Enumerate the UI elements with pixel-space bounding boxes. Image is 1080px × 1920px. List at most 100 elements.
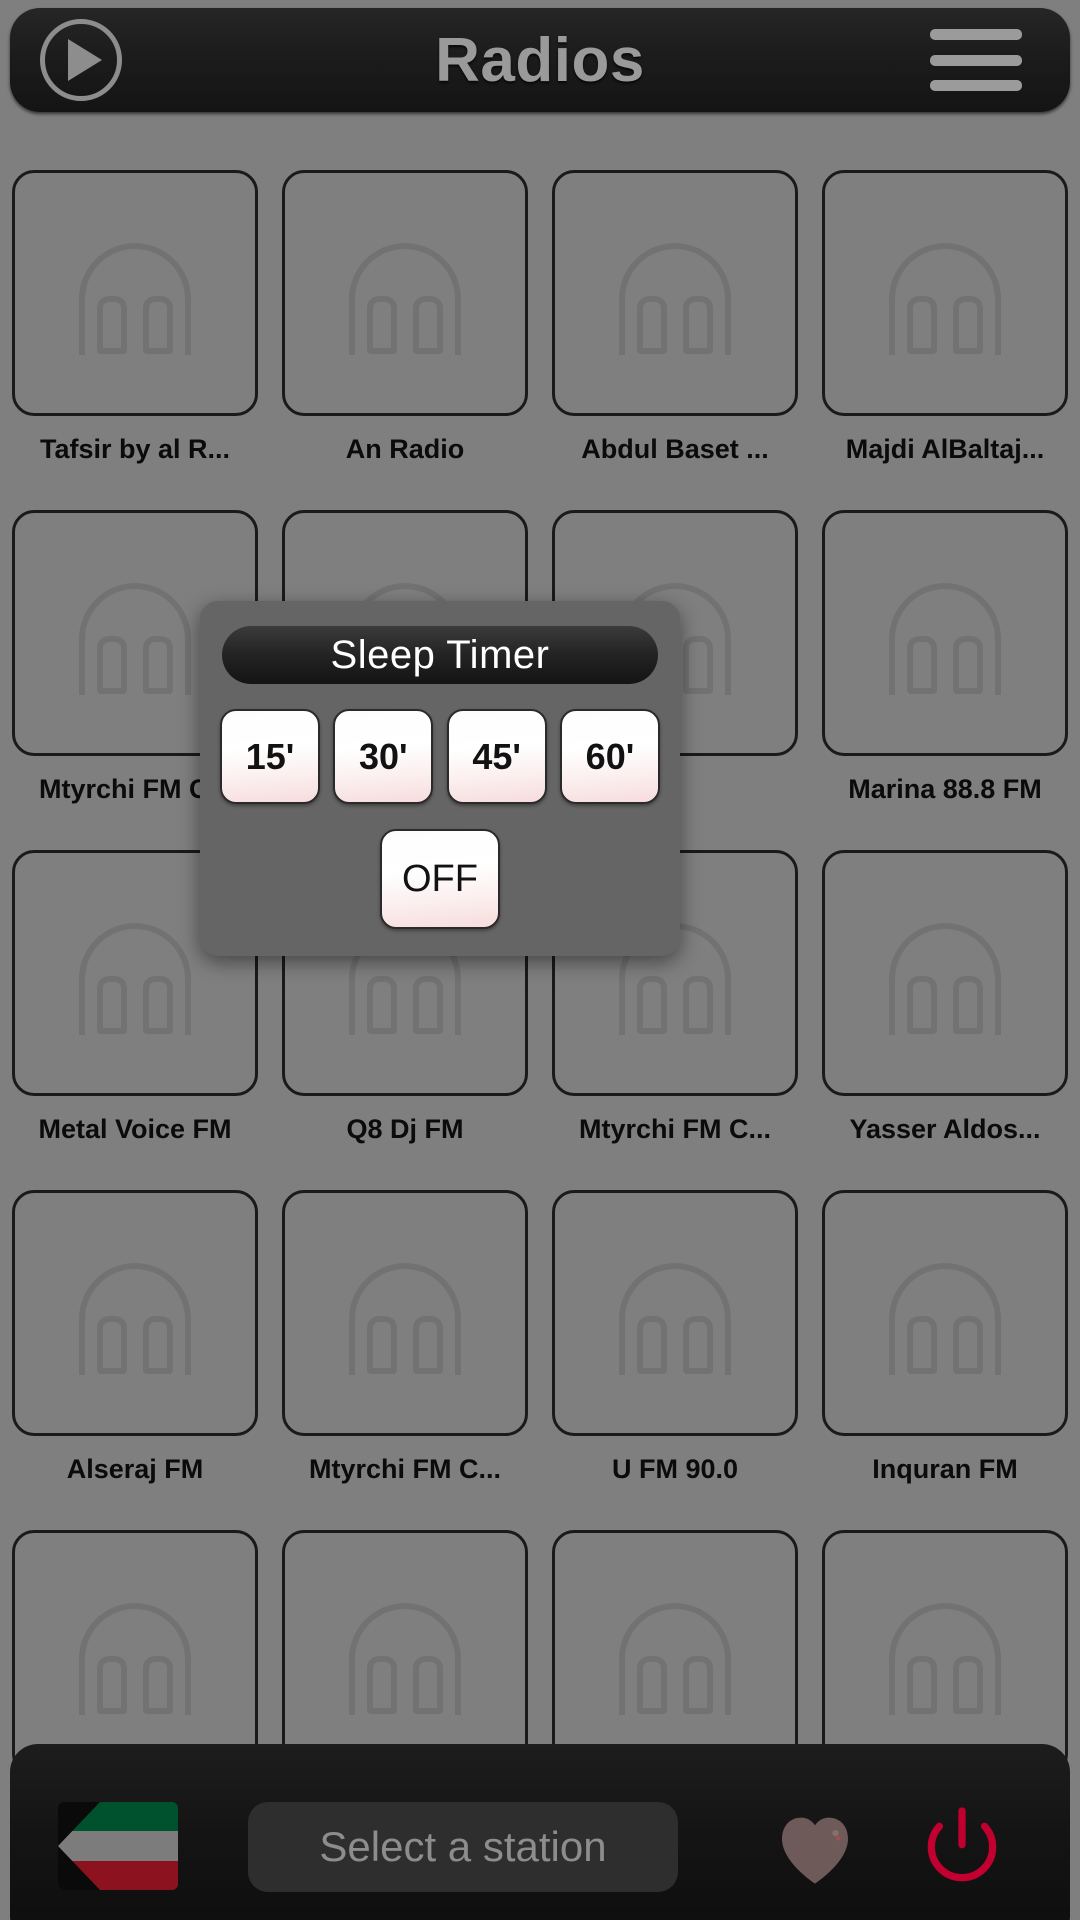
station-cell[interactable]: An Radio bbox=[270, 170, 540, 510]
station-thumbnail[interactable] bbox=[12, 170, 258, 416]
timer-options-row: 15' 30' 45' 60' bbox=[220, 709, 660, 804]
station-cell[interactable]: U FM 90.0 bbox=[540, 1190, 810, 1530]
play-circle-icon[interactable] bbox=[40, 19, 122, 101]
headphones-cup-left bbox=[907, 976, 937, 1034]
headphones-cup-right bbox=[683, 1656, 713, 1714]
station-label: Metal Voice FM bbox=[38, 1114, 232, 1144]
timer-off-row: OFF bbox=[200, 829, 680, 929]
timer-option-button[interactable]: 30' bbox=[333, 709, 434, 804]
headphones-cup-left bbox=[637, 1316, 667, 1374]
headphones-band bbox=[79, 1263, 191, 1375]
timer-option-button[interactable]: 45' bbox=[446, 709, 547, 804]
headphones-cup-right bbox=[143, 1316, 173, 1374]
current-station-label: Select a station bbox=[319, 1823, 607, 1870]
headphones-cup-right bbox=[953, 636, 983, 694]
station-label: Marina 88.8 FM bbox=[848, 774, 1042, 804]
bottom-bar: Select a station bbox=[10, 1744, 1070, 1920]
headphones-cup-right bbox=[683, 976, 713, 1034]
headphones-icon bbox=[615, 1603, 735, 1715]
station-thumbnail[interactable] bbox=[822, 170, 1068, 416]
station-thumbnail[interactable] bbox=[282, 1530, 528, 1776]
headphones-icon bbox=[885, 923, 1005, 1035]
headphones-cup-right bbox=[143, 1656, 173, 1714]
kuwait-flag-icon[interactable] bbox=[58, 1802, 178, 1890]
headphones-cup-left bbox=[97, 976, 127, 1034]
headphones-band bbox=[79, 583, 191, 695]
station-thumbnail[interactable] bbox=[552, 1190, 798, 1436]
headphones-icon bbox=[885, 243, 1005, 355]
headphones-cup-left bbox=[97, 1316, 127, 1374]
station-thumbnail[interactable] bbox=[552, 170, 798, 416]
station-cell[interactable]: Mtyrchi FM C... bbox=[270, 1190, 540, 1530]
headphones-cup-left bbox=[637, 1656, 667, 1714]
page-title: Radios bbox=[435, 25, 645, 95]
headphones-cup-right bbox=[953, 1656, 983, 1714]
headphones-cup-left bbox=[367, 1656, 397, 1714]
headphones-icon bbox=[75, 583, 195, 695]
headphones-icon bbox=[75, 243, 195, 355]
headphones-cup-left bbox=[907, 296, 937, 354]
timer-off-button[interactable]: OFF bbox=[380, 829, 500, 929]
station-label: Inquran FM bbox=[872, 1454, 1018, 1484]
station-cell[interactable]: Alseraj FM bbox=[0, 1190, 270, 1530]
headphones-cup-left bbox=[97, 296, 127, 354]
headphones-icon bbox=[75, 1263, 195, 1375]
station-label: Mtyrchi FM C... bbox=[578, 1114, 771, 1144]
station-grid: Tafsir by al R... An Radio Abdul Baset ...… bbox=[0, 170, 1080, 1870]
headphones-band bbox=[619, 1603, 731, 1715]
station-cell[interactable]: Inquran FM bbox=[810, 1190, 1080, 1530]
station-cell[interactable]: Marina 88.8 FM bbox=[810, 510, 1080, 850]
station-thumbnail[interactable] bbox=[552, 1530, 798, 1776]
sleep-timer-dialog: Sleep Timer 15' 30' 45' 60' OFF bbox=[200, 601, 680, 956]
station-cell[interactable]: Abdul Baset ... bbox=[540, 170, 810, 510]
headphones-cup-left bbox=[367, 1316, 397, 1374]
timer-option-button[interactable]: 60' bbox=[559, 709, 660, 804]
station-label: Alseraj FM bbox=[66, 1454, 204, 1484]
headphones-band bbox=[889, 1263, 1001, 1375]
timer-option-button[interactable]: 15' bbox=[220, 709, 320, 804]
station-thumbnail[interactable] bbox=[282, 1190, 528, 1436]
headphones-icon bbox=[345, 1603, 465, 1715]
headphones-cup-right bbox=[953, 296, 983, 354]
headphones-band bbox=[889, 583, 1001, 695]
headphones-band bbox=[349, 243, 461, 355]
headphones-cup-right bbox=[413, 1656, 443, 1714]
headphones-cup-left bbox=[97, 636, 127, 694]
station-thumbnail[interactable] bbox=[12, 1190, 258, 1436]
flag-hoist-black bbox=[58, 1802, 100, 1890]
station-thumbnail[interactable] bbox=[822, 850, 1068, 1096]
power-icon[interactable] bbox=[915, 1800, 1009, 1894]
headphones-cup-right bbox=[413, 296, 443, 354]
menu-line-1 bbox=[930, 29, 1022, 40]
headphones-icon bbox=[615, 1263, 735, 1375]
station-label: U FM 90.0 bbox=[611, 1454, 739, 1484]
station-thumbnail[interactable] bbox=[282, 170, 528, 416]
headphones-band bbox=[79, 923, 191, 1035]
headphones-icon bbox=[885, 1263, 1005, 1375]
headphones-band bbox=[889, 1603, 1001, 1715]
headphones-icon bbox=[885, 1603, 1005, 1715]
app-header: Radios bbox=[10, 8, 1070, 112]
headphones-icon bbox=[75, 923, 195, 1035]
headphones-icon bbox=[345, 243, 465, 355]
station-label: Tafsir by al R... bbox=[39, 434, 231, 464]
station-label: Mtyrchi FM C... bbox=[308, 1454, 501, 1484]
hamburger-menu-icon[interactable] bbox=[930, 29, 1022, 91]
station-thumbnail[interactable] bbox=[12, 1530, 258, 1776]
station-thumbnail[interactable] bbox=[822, 510, 1068, 756]
headphones-cup-left bbox=[367, 296, 397, 354]
station-label: An Radio bbox=[345, 434, 465, 464]
current-station-display[interactable]: Select a station bbox=[248, 1802, 678, 1892]
headphones-cup-right bbox=[143, 976, 173, 1034]
headphones-cup-left bbox=[907, 636, 937, 694]
heart-icon[interactable] bbox=[770, 1802, 860, 1892]
headphones-band bbox=[889, 923, 1001, 1035]
station-thumbnail[interactable] bbox=[822, 1530, 1068, 1776]
headphones-cup-right bbox=[953, 976, 983, 1034]
station-cell[interactable]: Yasser Aldos... bbox=[810, 850, 1080, 1190]
dialog-title: Sleep Timer bbox=[330, 632, 550, 677]
station-thumbnail[interactable] bbox=[822, 1190, 1068, 1436]
headphones-cup-left bbox=[907, 1656, 937, 1714]
station-cell[interactable]: Tafsir by al R... bbox=[0, 170, 270, 510]
station-cell[interactable]: Majdi AlBaltaj... bbox=[810, 170, 1080, 510]
